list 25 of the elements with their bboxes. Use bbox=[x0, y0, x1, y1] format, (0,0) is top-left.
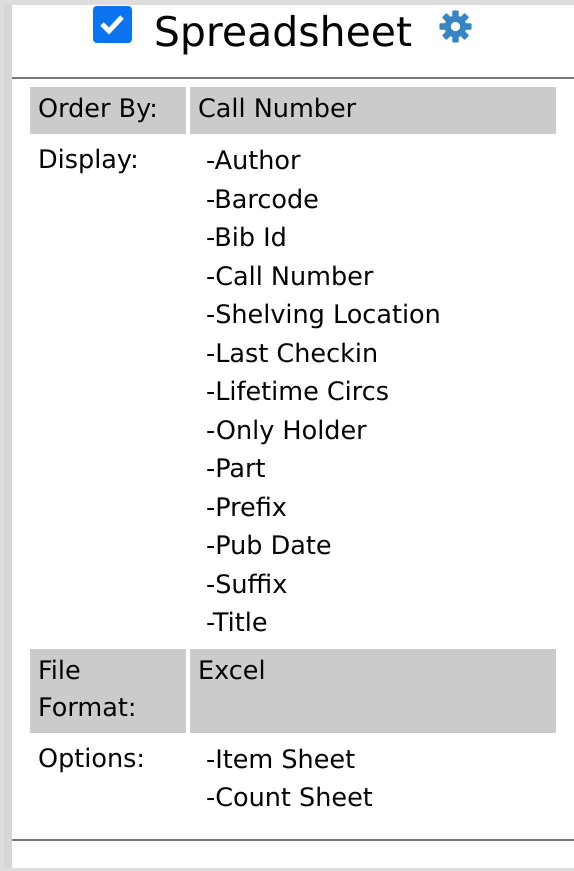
list-item: -Item Sheet bbox=[206, 744, 356, 776]
list-item: -Count Sheet bbox=[206, 782, 374, 815]
checkbox[interactable] bbox=[92, 6, 132, 42]
list-item: -Author bbox=[206, 145, 302, 178]
settings-icon[interactable] bbox=[438, 8, 474, 44]
setting-value: Call Number bbox=[190, 87, 556, 134]
list-item: -Last Checkin bbox=[206, 338, 380, 370]
section-title: Spreadsheet bbox=[154, 8, 412, 56]
setting-value: Excel bbox=[190, 648, 556, 732]
list-item: -Part bbox=[206, 453, 267, 486]
list-item: -Barcode bbox=[206, 184, 320, 216]
list-item: -Prefix bbox=[206, 492, 288, 524]
list-item: -Shelving Location bbox=[206, 299, 442, 332]
list-item: -Bib Id bbox=[206, 222, 288, 255]
list-item: -Title bbox=[206, 607, 269, 640]
setting-label: Display: bbox=[38, 145, 139, 175]
list-item: -Pub Date bbox=[206, 530, 333, 563]
setting-label: Options: bbox=[38, 744, 145, 774]
list-item: -Lifetime Circs bbox=[206, 376, 390, 409]
setting-label: File Format: bbox=[30, 648, 186, 732]
check-icon bbox=[99, 13, 126, 35]
list-item: -Suffix bbox=[206, 568, 288, 602]
list-item: -Only Holder bbox=[206, 414, 368, 448]
setting-label: Order By: bbox=[30, 87, 186, 134]
list-item: -Call Number bbox=[206, 260, 374, 294]
